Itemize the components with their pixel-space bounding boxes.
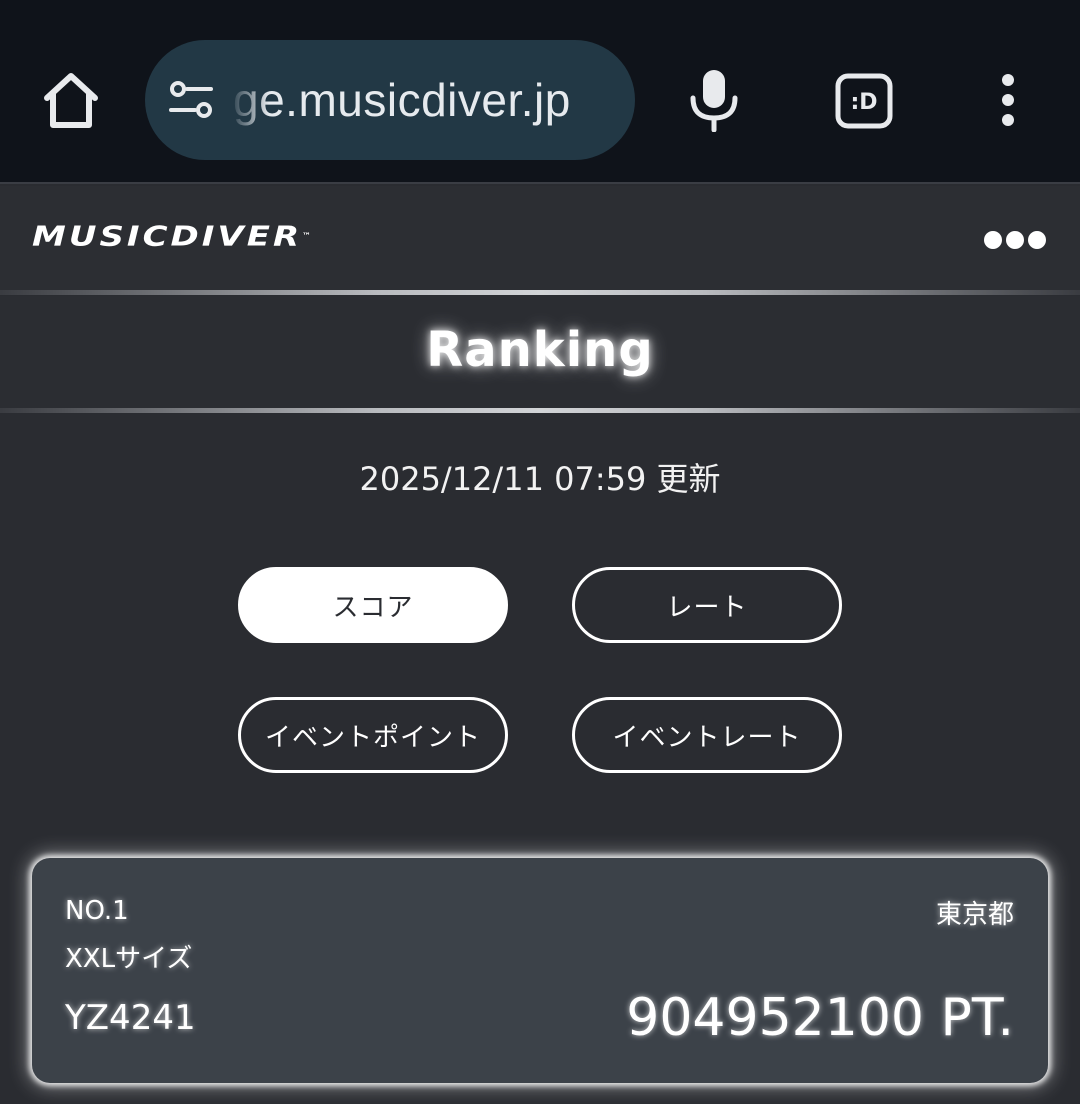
page-title: Ranking	[426, 322, 654, 378]
more-vertical-icon[interactable]	[990, 70, 1026, 132]
site-logo[interactable]: MUSICDIVER™	[32, 222, 312, 250]
title-separator-top	[0, 290, 1080, 295]
tab-score[interactable]: スコア	[238, 567, 508, 643]
tab-rate[interactable]: レート	[572, 567, 842, 643]
home-icon[interactable]	[38, 68, 104, 134]
browser-toolbar: ge.musicdiver.jp :D	[0, 0, 1080, 184]
extension-icon[interactable]: :D	[834, 72, 894, 130]
player-id: YZ4241	[65, 998, 196, 1038]
url-fade	[225, 40, 269, 160]
extension-label: :D	[850, 90, 877, 115]
title-separator-bottom	[0, 408, 1080, 413]
site-header: MUSICDIVER™	[0, 186, 1080, 290]
tab-event-rate[interactable]: イベントレート	[572, 697, 842, 773]
logo-trademark: ™	[302, 232, 312, 241]
logo-text: MUSICDIVER	[32, 219, 303, 253]
tune-icon[interactable]	[167, 80, 217, 120]
tab-event-point[interactable]: イベントポイント	[238, 697, 508, 773]
url-text: ge.musicdiver.jp	[233, 74, 571, 126]
player-name: XXLサイズ	[65, 944, 193, 974]
player-prefecture: 東京都	[935, 900, 1014, 930]
updated-timestamp: 2025/12/11 07:59 更新	[359, 460, 721, 498]
more-horizontal-icon[interactable]	[982, 228, 1048, 252]
address-bar[interactable]: ge.musicdiver.jp	[145, 40, 635, 160]
ranking-card[interactable]: NO.1 XXLサイズ 東京都 YZ4241 904952100 PT.	[32, 858, 1048, 1083]
mic-icon[interactable]	[685, 68, 743, 133]
player-score: 904952100 PT.	[626, 988, 1014, 1048]
rank-number: NO.1	[65, 896, 129, 926]
